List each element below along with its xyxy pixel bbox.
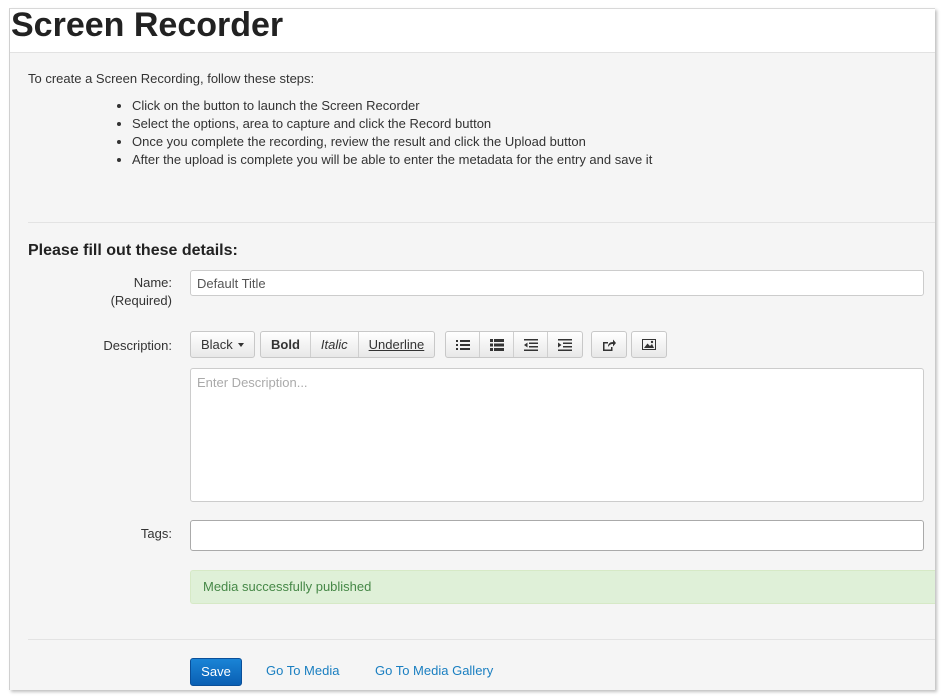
name-input[interactable]: [190, 270, 924, 296]
indent-button[interactable]: [548, 332, 582, 357]
go-to-media-gallery-link[interactable]: Go To Media Gallery: [375, 663, 493, 678]
ordered-list-button[interactable]: [480, 332, 514, 357]
indent-icon: [558, 338, 572, 351]
instruction-step: After the upload is complete you will be…: [132, 151, 652, 169]
instruction-step: Once you complete the recording, review …: [132, 133, 652, 151]
underline-button[interactable]: Underline: [359, 332, 435, 357]
divider: [28, 222, 935, 223]
tags-label: Tags:: [140, 526, 172, 541]
name-label: Name:: [133, 275, 172, 290]
instructions-intro: To create a Screen Recording, follow the…: [28, 71, 315, 86]
unordered-list-button[interactable]: [446, 332, 480, 357]
unordered-list-icon: [455, 339, 470, 350]
font-color-dropdown[interactable]: Black: [191, 332, 254, 357]
instruction-step: Select the options, area to capture and …: [132, 115, 652, 133]
list-group: [445, 331, 583, 358]
page-frame: Screen Recorder To create a Screen Recor…: [9, 8, 935, 690]
go-to-media-link[interactable]: Go To Media: [266, 663, 339, 678]
image-group: [631, 331, 667, 358]
caret-down-icon: [237, 342, 244, 347]
ordered-list-icon: [489, 338, 504, 351]
outdent-button[interactable]: [514, 332, 548, 357]
bold-button[interactable]: Bold: [261, 332, 311, 357]
link-group: [591, 331, 627, 358]
format-group: Bold Italic Underline: [260, 331, 436, 358]
save-button[interactable]: Save: [190, 658, 242, 686]
tags-input[interactable]: [190, 520, 924, 551]
link-icon: [603, 339, 616, 351]
instructions-steps: Click on the button to launch the Screen…: [116, 97, 652, 169]
insert-link-button[interactable]: [592, 332, 626, 357]
title-bar: Screen Recorder: [10, 9, 935, 53]
success-alert: Media successfully published: [190, 570, 935, 604]
color-group: Black: [190, 331, 255, 358]
name-required-label: (Required): [110, 293, 172, 308]
divider: [28, 639, 935, 640]
page-title: Screen Recorder: [11, 8, 284, 44]
italic-button[interactable]: Italic: [311, 332, 359, 357]
image-icon: [642, 339, 656, 350]
form-section-title: Please fill out these details:: [28, 242, 238, 259]
insert-image-button[interactable]: [632, 332, 666, 357]
description-textarea[interactable]: [190, 368, 924, 502]
name-label-block: Name: (Required): [111, 274, 172, 310]
description-label: Description:: [103, 338, 172, 353]
font-color-label: Black: [201, 337, 233, 352]
outdent-icon: [523, 338, 538, 351]
instruction-step: Click on the button to launch the Screen…: [132, 97, 652, 115]
